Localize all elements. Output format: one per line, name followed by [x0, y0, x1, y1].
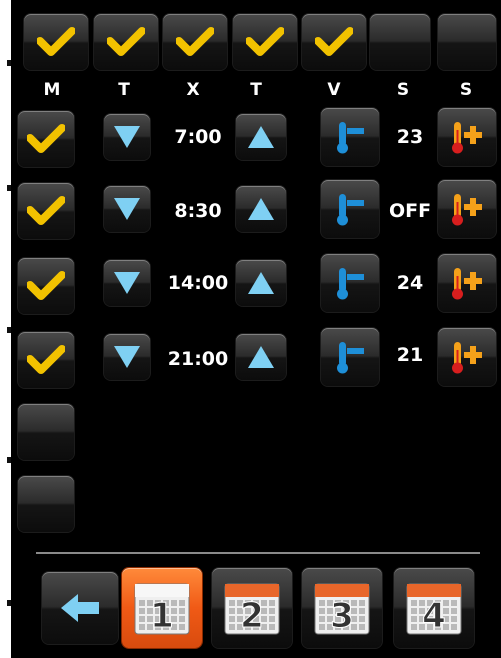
check-icon — [27, 344, 65, 376]
schedule-enable-toggle[interactable] — [18, 476, 74, 532]
day-label: V — [327, 80, 341, 100]
day-label: S — [459, 80, 473, 100]
left-edge-bar — [0, 0, 11, 658]
arrow-down-icon — [112, 344, 142, 370]
calendar-icon: 4 — [405, 580, 463, 636]
thermometer-decrease-icon — [331, 338, 369, 376]
svg-text:3: 3 — [330, 596, 354, 636]
program-page-button-1[interactable]: 1 — [122, 568, 202, 648]
time-decrease-button[interactable] — [104, 114, 150, 160]
calendar-icon: 1 — [133, 580, 191, 636]
program-page-button-2[interactable]: 2 — [212, 568, 292, 648]
schedule-temperature: OFF — [388, 200, 432, 222]
time-increase-button[interactable] — [236, 114, 286, 160]
schedule-time: 14:00 — [167, 272, 229, 294]
day-label: T — [250, 80, 262, 100]
edge-notch — [7, 327, 11, 333]
program-page-button-4[interactable]: 4 — [394, 568, 474, 648]
thermometer-decrease-icon — [331, 190, 369, 228]
program-page-button-3[interactable]: 3 — [302, 568, 382, 648]
temp-decrease-button[interactable] — [321, 328, 379, 386]
arrow-up-icon — [246, 344, 276, 370]
day-toggle-monday[interactable] — [24, 14, 88, 70]
temp-increase-button[interactable] — [438, 254, 496, 312]
check-icon — [246, 26, 284, 58]
day-toggle-sunday[interactable] — [438, 14, 496, 70]
schedule-temperature: 24 — [396, 272, 424, 294]
schedule-time: 8:30 — [174, 200, 222, 222]
temp-decrease-button[interactable] — [321, 254, 379, 312]
day-label: M — [43, 80, 61, 100]
arrow-up-icon — [246, 196, 276, 222]
thermometer-increase-icon — [448, 190, 486, 228]
schedule-time: 21:00 — [167, 348, 229, 370]
svg-text:2: 2 — [240, 596, 264, 636]
schedule-enable-toggle[interactable] — [18, 404, 74, 460]
arrow-up-icon — [246, 270, 276, 296]
schedule-enable-toggle[interactable] — [18, 258, 74, 314]
divider — [36, 552, 480, 554]
thermometer-increase-icon — [448, 264, 486, 302]
day-label: T — [118, 80, 130, 100]
schedule-enable-toggle[interactable] — [18, 332, 74, 388]
schedule-temperature: 23 — [396, 126, 424, 148]
thermometer-increase-icon — [448, 118, 486, 156]
check-icon — [176, 26, 214, 58]
temp-increase-button[interactable] — [438, 180, 496, 238]
svg-text:1: 1 — [150, 596, 174, 636]
temp-increase-button[interactable] — [438, 108, 496, 166]
thermometer-increase-icon — [448, 338, 486, 376]
edge-notch — [7, 600, 11, 606]
arrow-up-icon — [246, 124, 276, 150]
time-increase-button[interactable] — [236, 334, 286, 380]
day-label: S — [396, 80, 410, 100]
check-icon — [27, 195, 65, 227]
check-icon — [27, 270, 65, 302]
check-icon — [37, 26, 75, 58]
arrow-down-icon — [112, 124, 142, 150]
arrow-down-icon — [112, 270, 142, 296]
schedule-temperature: 21 — [396, 344, 424, 366]
temp-increase-button[interactable] — [438, 328, 496, 386]
thermometer-decrease-icon — [331, 264, 369, 302]
day-toggle-tuesday[interactable] — [94, 14, 158, 70]
edge-notch — [7, 60, 11, 66]
check-icon — [315, 26, 353, 58]
calendar-icon: 3 — [313, 580, 371, 636]
temp-decrease-button[interactable] — [321, 108, 379, 166]
day-toggle-thursday[interactable] — [233, 14, 297, 70]
edge-notch — [7, 457, 11, 463]
day-toggle-friday[interactable] — [302, 14, 366, 70]
day-toggle-wednesday[interactable] — [163, 14, 227, 70]
time-decrease-button[interactable] — [104, 186, 150, 232]
check-icon — [107, 26, 145, 58]
back-button[interactable] — [42, 572, 118, 644]
time-decrease-button[interactable] — [104, 260, 150, 306]
check-icon — [27, 123, 65, 155]
arrow-down-icon — [112, 196, 142, 222]
thermostat-schedule-screen: M T X T V S S 7:00 23 8:30 OFF 14:00 24 … — [0, 0, 501, 658]
time-increase-button[interactable] — [236, 186, 286, 232]
arrow-left-icon — [58, 591, 102, 625]
svg-text:4: 4 — [422, 596, 446, 636]
calendar-icon: 2 — [223, 580, 281, 636]
time-increase-button[interactable] — [236, 260, 286, 306]
temp-decrease-button[interactable] — [321, 180, 379, 238]
schedule-enable-toggle[interactable] — [18, 111, 74, 167]
day-label: X — [186, 80, 200, 100]
time-decrease-button[interactable] — [104, 334, 150, 380]
schedule-time: 7:00 — [174, 126, 222, 148]
edge-notch — [7, 185, 11, 191]
day-toggle-saturday[interactable] — [370, 14, 430, 70]
thermometer-decrease-icon — [331, 118, 369, 156]
schedule-enable-toggle[interactable] — [18, 183, 74, 239]
